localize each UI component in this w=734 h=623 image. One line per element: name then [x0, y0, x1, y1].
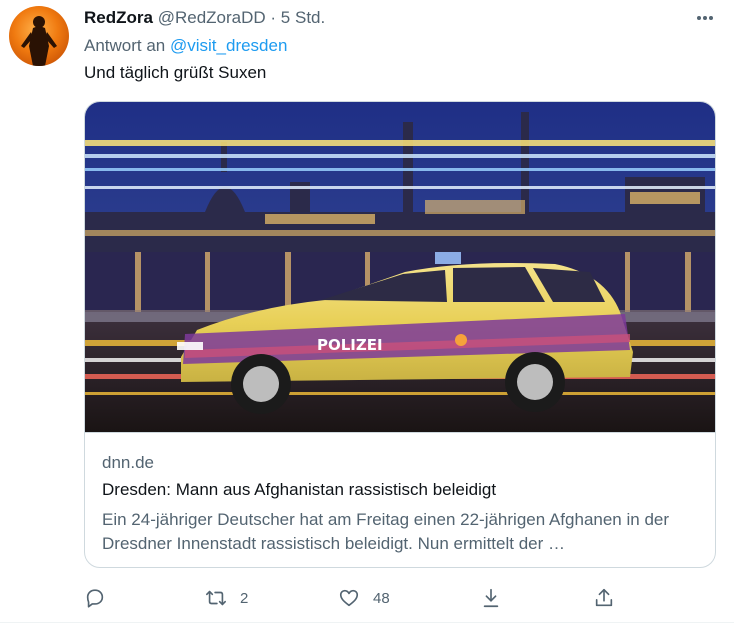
like-count: 48	[373, 589, 390, 607]
reply-context: Antwort an @visit_dresden	[84, 36, 287, 56]
link-card[interactable]: POLIZEI dnn.de Dresden: Mann aus Afghani…	[84, 101, 716, 568]
polizei-text: POLIZEI	[317, 336, 383, 354]
card-text[interactable]: dnn.de Dresden: Mann aus Afghanistan ras…	[85, 432, 715, 567]
reply-icon	[83, 586, 107, 610]
upload-button[interactable]	[592, 585, 616, 611]
like-button[interactable]: 48	[337, 585, 390, 611]
card-title: Dresden: Mann aus Afghanistan rassistisc…	[102, 480, 497, 499]
user-handle[interactable]: @RedZoraDD	[158, 8, 266, 27]
display-name[interactable]: RedZora	[84, 8, 153, 27]
reply-prefix: Antwort an	[84, 36, 166, 55]
retweet-count: 2	[240, 589, 249, 607]
reply-to-link[interactable]: @visit_dresden	[170, 36, 287, 55]
tweet-text: Und täglich grüßt Suxen	[84, 63, 267, 82]
upload-icon	[592, 586, 616, 610]
card-domain: dnn.de	[102, 453, 154, 472]
timestamp[interactable]: 5 Std.	[281, 8, 325, 27]
more-options-button[interactable]	[692, 6, 718, 30]
tweet[interactable]: RedZora @RedZoraDD · 5 Std. Antwort an @…	[0, 0, 734, 623]
action-bar: 2 48	[0, 585, 734, 611]
retweet-button[interactable]: 2	[204, 585, 248, 611]
avatar[interactable]	[9, 6, 69, 66]
card-image[interactable]: POLIZEI	[85, 102, 715, 432]
more-horizontal-icon	[697, 16, 713, 20]
tweet-header: RedZora @RedZoraDD · 5 Std.	[84, 8, 325, 28]
card-description: Ein 24-jähriger Deutscher hat am Freitag…	[102, 510, 670, 553]
separator-dot: ·	[270, 8, 277, 27]
share-button[interactable]	[479, 585, 503, 611]
share-down-icon	[479, 586, 503, 610]
heart-icon	[337, 586, 361, 610]
reply-button[interactable]	[83, 585, 107, 611]
retweet-icon	[204, 586, 228, 610]
